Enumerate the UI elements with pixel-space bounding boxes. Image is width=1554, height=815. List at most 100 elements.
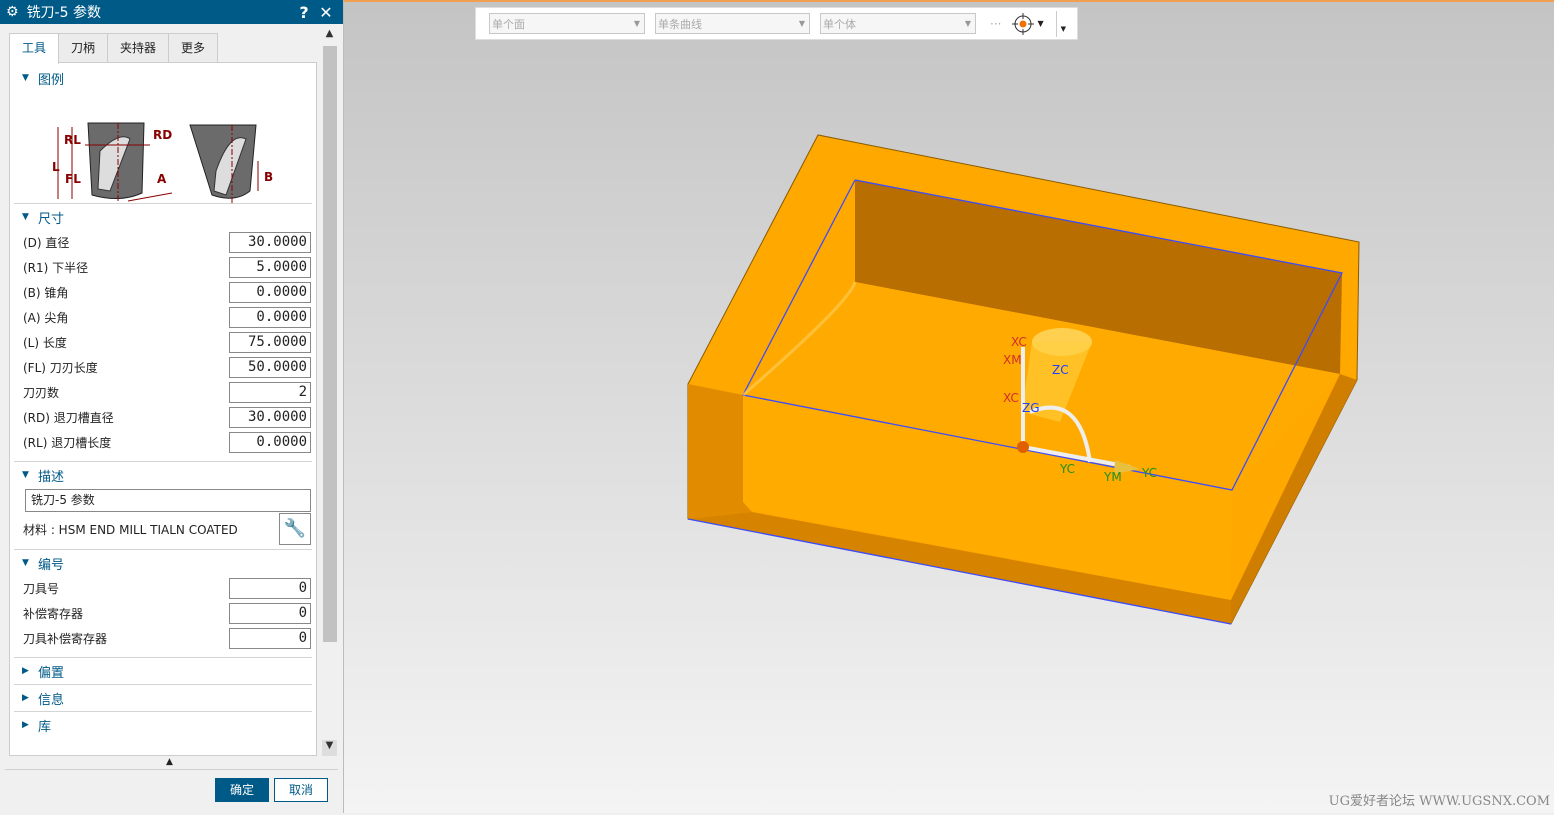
expanded-icon: ▼ [22,212,29,222]
param-row: (RD) 退刀槽直径 30.0000 [10,405,316,430]
section-numbering[interactable]: ▼ 编号 [10,550,316,576]
param-row: (R1) 下半径 5.0000 [10,255,316,280]
scroll-up-icon[interactable]: ▲ [322,28,337,44]
chevron-down-icon: ▼ [798,19,805,28]
scrollbar[interactable]: ▲ ▼ [321,28,337,756]
triad-label-xc2: XC [1003,391,1019,405]
section-title: 编号 [38,557,65,573]
dialog-titlebar: ⚙ 铣刀-5 参数 ? ✕ [0,0,343,24]
tab-more[interactable]: 更多 [168,33,219,63]
legend-label-l: L [52,160,60,174]
selection-bar: 单个面 ▼ 单条曲线 ▼ 单个体 ▼ ··· ▼ ▼ [475,7,1078,40]
param-row: (L) 长度 75.0000 [10,330,316,355]
section-title: 描述 [38,469,65,485]
section-title: 偏置 [38,665,65,681]
expanded-icon: ▼ [22,470,29,480]
end-mill-drawing-right [189,124,259,203]
toolbar-options-icon[interactable]: ▼ [1055,10,1066,37]
tool-parameters-dialog: ⚙ 铣刀-5 参数 ? ✕ 工具 刀柄 夹持器 更多 ▼ 图例 RL RD L … [0,0,344,813]
description-input[interactable]: 铣刀-5 参数 [25,489,311,512]
param-label: (FL) 刀刃长度 [23,361,98,375]
scroll-down-icon[interactable]: ▼ [322,740,337,756]
ok-button[interactable]: 确定 [215,778,269,802]
param-row: (B) 锥角 0.0000 [10,280,316,305]
expanded-icon: ▼ [22,73,29,83]
legend-label-rd: RD [153,128,172,142]
face-rule-dropdown[interactable]: 单个面 ▼ [489,13,645,34]
legend-label-rl: RL [64,133,81,147]
param-input[interactable]: 0.0000 [229,282,311,303]
pocket-back-wall [855,180,1342,374]
triad-label-xm: XM [1003,353,1022,367]
param-input[interactable]: 0 [229,628,311,649]
param-row: 刀具补偿寄存器 0 [10,626,316,651]
tool-triad [1017,328,1140,474]
param-input[interactable]: 50.0000 [229,357,311,378]
chevron-down-icon: ▼ [964,19,971,28]
param-label: (D) 直径 [23,236,70,250]
snap-point-icon[interactable] [1011,12,1035,36]
param-row: (FL) 刀刃长度 50.0000 [10,355,316,380]
wrench-icon[interactable]: 🔧 [279,513,311,545]
body-rule-dropdown[interactable]: 单个体 ▼ [820,13,976,34]
param-label: (B) 锥角 [23,286,69,300]
collapse-arrow-icon[interactable]: ▲ [166,757,173,767]
section-title: 图例 [38,72,65,88]
tab-shank[interactable]: 刀柄 [58,33,109,63]
watermark: UG爱好者论坛 WWW.UGSNX.COM [1328,794,1550,809]
param-label: (RL) 退刀槽长度 [23,436,112,450]
more-options-icon[interactable]: ··· [990,17,1001,31]
legend-label-fl: FL [65,172,81,186]
section-legend[interactable]: ▼ 图例 [10,65,316,91]
param-input[interactable]: 5.0000 [229,257,311,278]
help-button[interactable]: ? [293,3,315,22]
section-title: 尺寸 [38,211,65,227]
gear-icon[interactable]: ⚙ [6,4,19,20]
section-description[interactable]: ▼ 描述 [10,462,316,488]
curve-rule-dropdown[interactable]: 单条曲线 ▼ [655,13,810,34]
part-model: XC XM ZC XC ZG YC YM YC [687,134,1360,625]
param-label: 刀具号 [23,582,60,596]
param-input[interactable]: 30.0000 [229,232,311,253]
triad-label-ym: YM [1103,470,1122,484]
param-input[interactable]: 0 [229,578,311,599]
param-input[interactable]: 0.0000 [229,307,311,328]
section-title: 信息 [38,692,65,708]
section-title: 库 [38,719,52,735]
section-dimensions[interactable]: ▼ 尺寸 [10,204,316,230]
collapsed-icon: ▶ [22,693,29,703]
graphics-viewport[interactable]: 单个面 ▼ 单条曲线 ▼ 单个体 ▼ ··· ▼ ▼ XC XM ZC XC Z… [344,0,1554,813]
section-offset[interactable]: ▶ 偏置 [10,658,316,684]
param-label: 补偿寄存器 [23,607,84,621]
triad-label-yc2: YC [1141,466,1157,480]
chevron-down-icon[interactable]: ▼ [1037,19,1043,28]
tab-tool[interactable]: 工具 [9,33,60,64]
param-input[interactable]: 0.0000 [229,432,311,453]
param-row: 补偿寄存器 0 [10,601,316,626]
tab-holder[interactable]: 夹持器 [107,33,170,63]
param-label: (R1) 下半径 [23,261,89,275]
param-input[interactable]: 2 [229,382,311,403]
tool-legend-diagram: RL RD L FL A R1 D D B R1 [52,122,273,203]
param-row: 刀具号 0 [10,576,316,601]
param-input[interactable]: 75.0000 [229,332,311,353]
cancel-button[interactable]: 取消 [274,778,328,802]
param-label: (A) 尖角 [23,311,69,325]
triad-label-zc: ZC [1052,363,1069,377]
material-label: 材料 : HSM END MILL TIALN COATED [23,522,238,537]
param-label: 刀具补偿寄存器 [23,632,108,646]
param-row: 刀刃数 2 [10,380,316,405]
close-button[interactable]: ✕ [315,3,337,22]
param-row: (RL) 退刀槽长度 0.0000 [10,430,316,455]
collapsed-icon: ▶ [22,666,29,676]
chevron-down-icon: ▼ [633,19,640,28]
triad-label-zg: ZG [1022,401,1040,415]
param-label: (L) 长度 [23,336,67,350]
section-info[interactable]: ▶ 信息 [10,685,316,711]
scrollbar-thumb[interactable] [323,46,337,642]
param-input[interactable]: 0 [229,603,311,624]
param-row: (D) 直径 30.0000 [10,230,316,255]
param-input[interactable]: 30.0000 [229,407,311,428]
section-library[interactable]: ▶ 库 [10,712,316,738]
param-label: 刀刃数 [23,386,60,400]
